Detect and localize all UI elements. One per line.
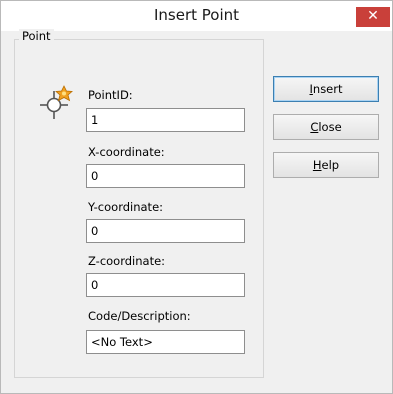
point-marker-icon: [40, 85, 73, 119]
z-coordinate-field[interactable]: 0: [86, 273, 245, 297]
dialog-title: Insert Point: [153, 6, 240, 24]
help-button[interactable]: Help: [273, 152, 379, 178]
point-id-field[interactable]: 1: [86, 108, 245, 132]
close-label: lose: [318, 120, 342, 134]
help-label: elp: [321, 158, 340, 172]
title-bar[interactable]: Insert Point ✕: [1, 1, 392, 31]
x-coordinate-label: X-coordinate:: [88, 145, 165, 159]
close-window-button[interactable]: ✕: [356, 7, 390, 27]
insert-label: nsert: [312, 82, 343, 96]
y-coordinate-field[interactable]: 0: [86, 219, 245, 243]
close-icon: ✕: [367, 8, 379, 24]
point-group-label: Point: [19, 29, 54, 43]
insert-button[interactable]: Insert: [273, 76, 379, 102]
x-coordinate-field[interactable]: 0: [86, 164, 245, 188]
point-id-label: PointID:: [88, 88, 133, 102]
code-description-label: Code/Description:: [88, 309, 191, 323]
help-mnemonic: H: [312, 158, 322, 172]
close-button[interactable]: Close: [273, 114, 379, 140]
z-coordinate-label: Z-coordinate:: [88, 254, 166, 268]
y-coordinate-label: Y-coordinate:: [88, 200, 164, 214]
code-description-field[interactable]: <No Text>: [86, 330, 245, 354]
